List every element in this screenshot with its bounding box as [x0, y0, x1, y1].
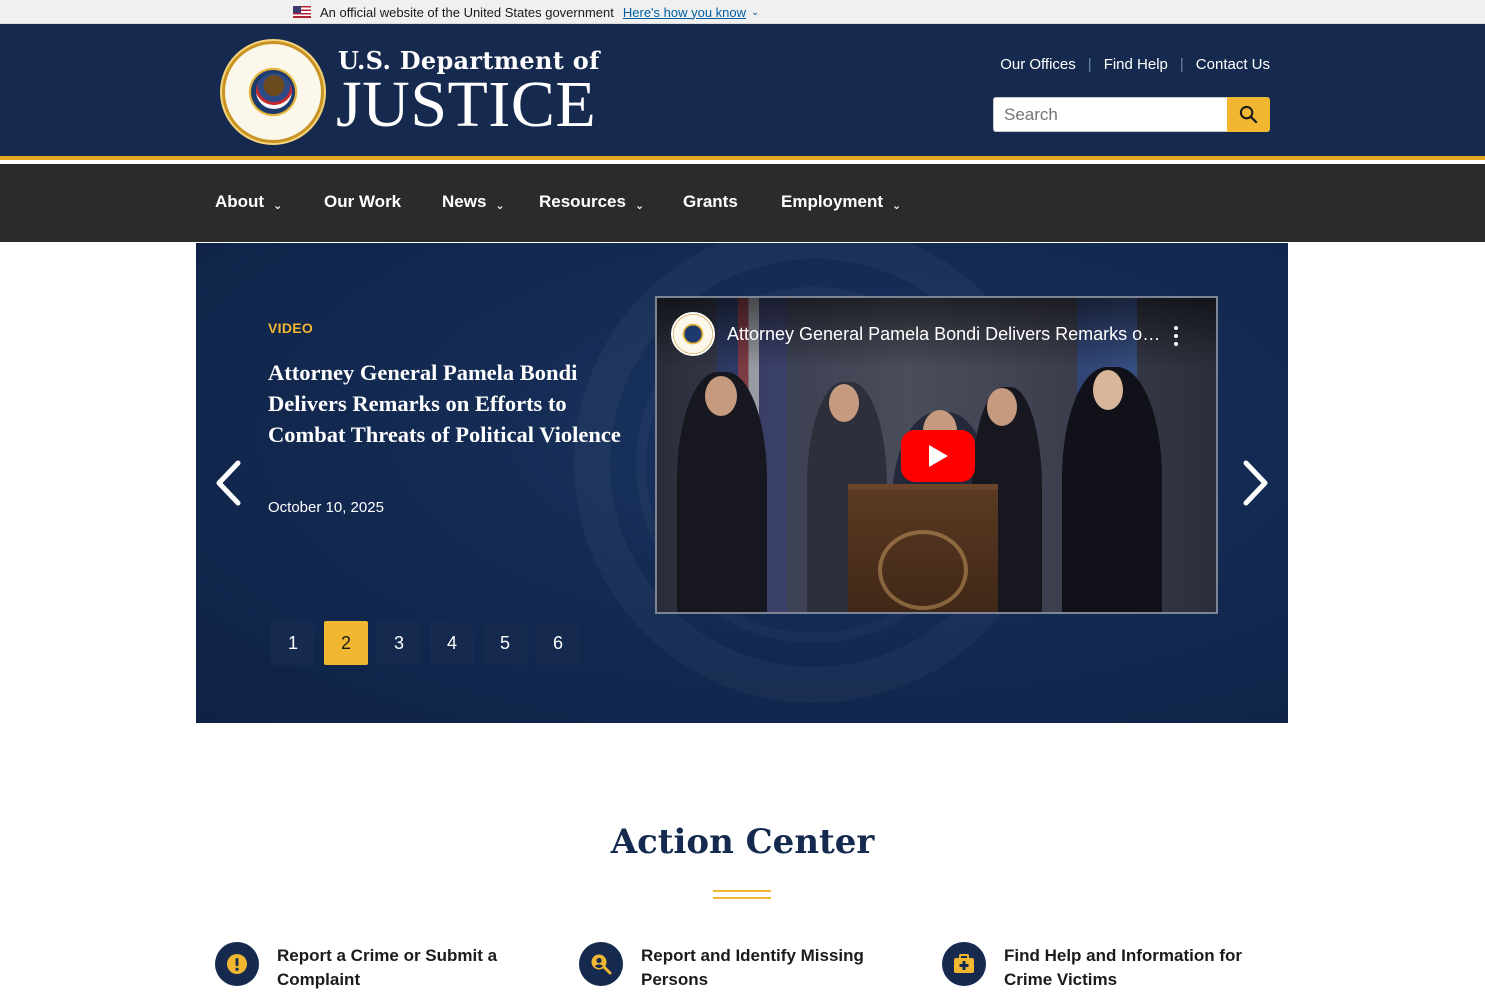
how-you-know-link[interactable]: Here's how you know — [623, 5, 746, 20]
report-crime-card[interactable]: Report a Crime or Submit a Complaint — [215, 942, 527, 992]
chevron-down-icon[interactable]: ⌄ — [751, 7, 759, 18]
play-icon — [929, 445, 948, 467]
video-player[interactable]: Attorney General Pamela Bondi Delivers R… — [655, 296, 1218, 614]
hero-title-link[interactable]: Attorney General Pamela Bondi Delivers R… — [268, 357, 623, 450]
crime-victims-card[interactable]: Find Help and Information for Crime Vict… — [942, 942, 1254, 992]
missing-persons-card[interactable]: Report and Identify Missing Persons — [579, 942, 891, 992]
nav-label: News — [442, 192, 487, 211]
podium-seal — [878, 530, 968, 610]
divider: | — [1087, 56, 1092, 73]
doj-seal-logo[interactable] — [220, 39, 326, 145]
gov-banner-text: An official website of the United States… — [320, 4, 614, 20]
nav-item-grants[interactable]: Grants — [683, 192, 738, 212]
divider: | — [1179, 56, 1184, 73]
chevron-left-icon — [216, 460, 241, 506]
main-nav: About ⌄ Our Work News ⌄ Resources ⌄ Grants … — [0, 164, 1485, 242]
carousel-prev-button[interactable] — [208, 458, 248, 508]
us-flag-icon — [293, 6, 311, 18]
speaker-face — [1093, 370, 1123, 410]
action-center-title: Action Center — [610, 822, 875, 862]
hero-date: October 10, 2025 — [268, 499, 384, 516]
nav-label: About — [215, 192, 265, 211]
nav-item-our-work[interactable]: Our Work — [324, 192, 401, 212]
page-button-5[interactable]: 5 — [483, 621, 527, 665]
speaker-face — [987, 388, 1017, 426]
carousel-next-button[interactable] — [1236, 458, 1276, 508]
search-person-icon — [579, 942, 623, 986]
nav-label: Employment — [781, 192, 884, 211]
find-help-link[interactable]: Find Help — [1104, 56, 1168, 73]
carousel-pager: 1 2 3 4 5 6 — [271, 621, 580, 665]
more-options-icon[interactable] — [1171, 326, 1181, 346]
site-header: U.S. Department of JUSTICE Our Offices |… — [0, 24, 1485, 160]
speaker-face — [829, 384, 859, 422]
title-underline — [713, 890, 771, 899]
hero-carousel: VIDEO Attorney General Pamela Bondi Deli… — [196, 243, 1288, 723]
gov-banner: An official website of the United States… — [0, 0, 1485, 24]
first-aid-icon — [942, 942, 986, 986]
our-offices-link[interactable]: Our Offices — [1000, 56, 1076, 73]
page-button-6[interactable]: 6 — [536, 621, 580, 665]
page-button-3[interactable]: 3 — [377, 621, 421, 665]
chevron-right-icon — [1243, 460, 1268, 506]
card-label: Report a Crime or Submit a Complaint — [277, 946, 498, 989]
eagle-emblem-icon — [256, 73, 292, 109]
search-button[interactable] — [1227, 97, 1270, 132]
alert-icon — [215, 942, 259, 986]
contact-us-link[interactable]: Contact Us — [1196, 56, 1270, 73]
utility-nav: Our Offices | Find Help | Contact Us — [1000, 56, 1270, 73]
chevron-down-icon: ⌄ — [892, 200, 902, 212]
nav-item-news[interactable]: News ⌄ — [442, 192, 505, 212]
nav-label: Our Work — [324, 192, 402, 211]
page-button-2[interactable]: 2 — [324, 621, 368, 665]
speaker-face — [705, 376, 737, 416]
brand-main-text[interactable]: JUSTICE — [336, 72, 596, 138]
page-button-1[interactable]: 1 — [271, 621, 315, 665]
search-icon — [1239, 105, 1258, 124]
podium — [848, 484, 998, 612]
card-label: Find Help and Information for Crime Vict… — [1004, 946, 1242, 989]
chevron-down-icon: ⌄ — [634, 200, 645, 212]
nav-item-about[interactable]: About ⌄ — [215, 192, 282, 212]
nav-item-employment[interactable]: Employment ⌄ — [781, 192, 901, 212]
play-button[interactable] — [901, 430, 975, 482]
nav-item-resources[interactable]: Resources ⌄ — [539, 192, 644, 212]
channel-logo[interactable] — [671, 312, 715, 356]
card-label: Report and Identify Missing Persons — [641, 946, 864, 989]
chevron-down-icon: ⌄ — [495, 200, 505, 212]
nav-label: Resources — [539, 192, 626, 211]
nav-label: Grants — [683, 192, 738, 211]
page-button-4[interactable]: 4 — [430, 621, 474, 665]
chevron-down-icon: ⌄ — [273, 200, 283, 212]
search-input[interactable] — [993, 97, 1228, 132]
video-title[interactable]: Attorney General Pamela Bondi Delivers R… — [727, 324, 1167, 345]
hero-category-label: VIDEO — [268, 320, 314, 336]
